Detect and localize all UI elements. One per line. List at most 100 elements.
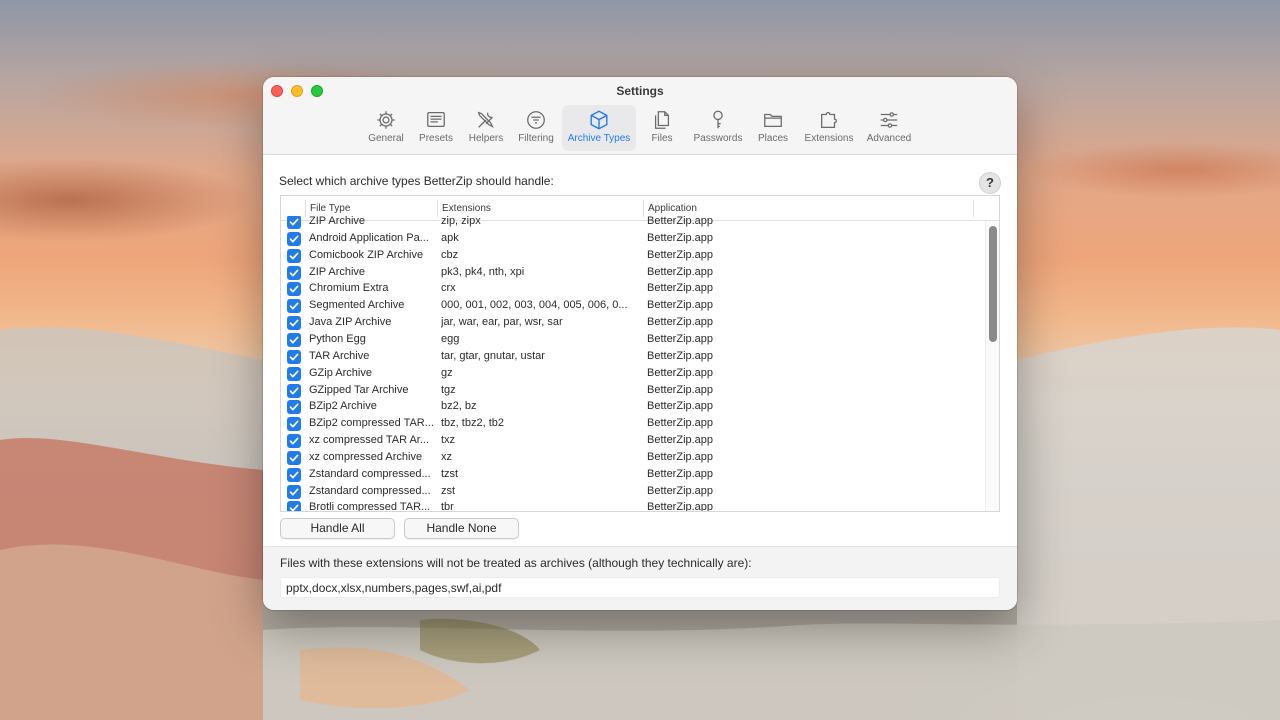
tab-archive-types[interactable]: Archive Types bbox=[562, 105, 636, 151]
file-type-cell: BZip2 compressed TAR... bbox=[309, 417, 434, 430]
tab-files-label: Files bbox=[651, 133, 673, 144]
checkmark-icon bbox=[289, 252, 299, 260]
extensions-cell: gz bbox=[441, 366, 453, 379]
table-row[interactable]: TAR Archive tar, gtar, gnutar, ustar Bette… bbox=[281, 348, 985, 365]
checkmark-icon bbox=[289, 218, 299, 226]
checkmark-icon bbox=[289, 302, 299, 310]
handle-checkbox[interactable] bbox=[287, 265, 301, 280]
tab-extensions[interactable]: Extensions bbox=[801, 105, 857, 151]
column-header-extensions[interactable]: Extensions bbox=[442, 203, 491, 214]
application-cell: BetterZip.app bbox=[647, 248, 714, 261]
table-row[interactable]: Android Application Pa... apk BetterZip.ap… bbox=[281, 230, 985, 247]
file-type-cell: Zstandard compressed... bbox=[309, 467, 431, 480]
table-row[interactable]: GZipped Tar Archive tgz BetterZip.app bbox=[281, 382, 985, 399]
handle-checkbox[interactable] bbox=[287, 231, 301, 246]
tab-extensions-label: Extensions bbox=[804, 133, 854, 144]
column-header-file-type[interactable]: File Type bbox=[310, 203, 350, 214]
application-cell: BetterZip.app bbox=[647, 484, 714, 497]
handle-checkbox[interactable] bbox=[287, 417, 301, 432]
file-type-cell: ZIP Archive bbox=[309, 216, 366, 227]
extensions-cell: tar, gtar, gnutar, ustar bbox=[441, 349, 545, 362]
presets-icon bbox=[427, 112, 445, 128]
table-row[interactable]: BZip2 Archive bz2, bz BetterZip.app bbox=[281, 398, 985, 415]
folder-icon bbox=[764, 113, 782, 128]
tab-advanced[interactable]: Advanced bbox=[863, 105, 915, 151]
tab-files[interactable]: Files bbox=[640, 105, 684, 151]
table-row[interactable]: Brotli compressed TAR... tbr BetterZip.app bbox=[281, 499, 985, 511]
file-type-cell: GZipped Tar Archive bbox=[309, 383, 409, 396]
excluded-extensions-field[interactable]: pptx,docx,xlsx,numbers,pages,swf,ai,pdf bbox=[280, 577, 1000, 598]
extensions-cell: cbz bbox=[441, 248, 459, 261]
extensions-cell: tgz bbox=[441, 383, 456, 396]
tab-places[interactable]: Places bbox=[751, 105, 795, 151]
table-row[interactable]: Zstandard compressed... tzst BetterZip.app bbox=[281, 466, 985, 483]
tab-advanced-label: Advanced bbox=[866, 133, 912, 144]
handle-all-button[interactable]: Handle All bbox=[280, 518, 395, 539]
tab-helpers[interactable]: Helpers bbox=[463, 105, 509, 151]
handle-checkbox[interactable] bbox=[287, 282, 301, 297]
extensions-cell: apk bbox=[441, 231, 459, 244]
tab-general[interactable]: General bbox=[363, 105, 409, 151]
files-icon bbox=[654, 111, 670, 129]
application-cell: BetterZip.app bbox=[647, 366, 714, 379]
table-row[interactable]: Comicbook ZIP Archive cbz BetterZip.app bbox=[281, 247, 985, 264]
tab-filtering[interactable]: Filtering bbox=[513, 105, 559, 151]
handle-checkbox[interactable] bbox=[287, 349, 301, 364]
file-type-cell: ZIP Archive bbox=[309, 265, 366, 278]
table-row[interactable]: ZIP Archive zip, zipx BetterZip.app bbox=[281, 216, 985, 230]
file-type-cell: Chromium Extra bbox=[309, 282, 389, 295]
handle-checkbox[interactable] bbox=[287, 248, 301, 263]
application-cell: BetterZip.app bbox=[647, 434, 714, 447]
tab-passwords[interactable]: Passwords bbox=[690, 105, 746, 151]
handle-checkbox[interactable] bbox=[287, 383, 301, 398]
checkmark-icon bbox=[289, 285, 299, 293]
handle-checkbox[interactable] bbox=[287, 316, 301, 331]
application-cell: BetterZip.app bbox=[647, 450, 714, 463]
handle-checkbox[interactable] bbox=[287, 501, 301, 511]
extensions-cell: zst bbox=[441, 484, 456, 497]
handle-checkbox[interactable] bbox=[287, 366, 301, 381]
checkmark-icon bbox=[289, 437, 299, 445]
checkmark-icon bbox=[289, 471, 299, 479]
table-row[interactable]: xz compressed TAR Ar... txz BetterZip.app bbox=[281, 432, 985, 449]
extensions-cell: txz bbox=[441, 434, 456, 447]
puzzle-icon bbox=[821, 112, 837, 128]
table-row[interactable]: Chromium Extra crx BetterZip.app bbox=[281, 280, 985, 297]
file-type-cell: Android Application Pa... bbox=[309, 231, 429, 244]
checkmark-icon bbox=[289, 488, 299, 496]
handle-checkbox[interactable] bbox=[287, 216, 301, 229]
table-row[interactable]: Java ZIP Archive jar, war, ear, par, wsr,… bbox=[281, 314, 985, 331]
file-type-cell: Java ZIP Archive bbox=[309, 316, 392, 329]
help-button[interactable]: ? bbox=[979, 172, 1001, 194]
tab-presets-label: Presets bbox=[419, 133, 453, 144]
table-row[interactable]: Zstandard compressed... zst BetterZip.app bbox=[281, 483, 985, 500]
table-row[interactable]: GZip Archive gz BetterZip.app bbox=[281, 365, 985, 382]
archive-types-table: File Type Extensions Application ZIP Arc… bbox=[280, 195, 1000, 512]
table-scrollbar[interactable] bbox=[985, 221, 999, 511]
tab-presets[interactable]: Presets bbox=[413, 105, 459, 151]
application-cell: BetterZip.app bbox=[647, 349, 714, 362]
handle-none-button[interactable]: Handle None bbox=[404, 518, 519, 539]
checkmark-icon bbox=[289, 387, 299, 394]
table-scrollbar-thumb[interactable] bbox=[989, 226, 997, 342]
excluded-extensions-section: Files with these extensions will not be … bbox=[263, 546, 1017, 610]
handle-checkbox[interactable] bbox=[287, 450, 301, 465]
handle-checkbox[interactable] bbox=[287, 400, 301, 415]
table-row[interactable]: ZIP Archive pk3, pk4, nth, xpi BetterZip.a… bbox=[281, 264, 985, 281]
handle-checkbox[interactable] bbox=[287, 467, 301, 482]
application-cell: BetterZip.app bbox=[647, 400, 714, 413]
checkmark-icon bbox=[289, 353, 299, 361]
excluded-extensions-label: Files with these extensions will not be … bbox=[280, 556, 752, 570]
handle-checkbox[interactable] bbox=[287, 299, 301, 314]
handle-checkbox[interactable] bbox=[287, 332, 301, 347]
handle-checkbox[interactable] bbox=[287, 484, 301, 499]
table-row[interactable]: BZip2 compressed TAR... tbz, tbz2, tb2 Bet… bbox=[281, 415, 985, 432]
column-header-application[interactable]: Application bbox=[648, 203, 697, 214]
table-row[interactable]: xz compressed Archive xz BetterZip.app bbox=[281, 449, 985, 466]
handle-checkbox[interactable] bbox=[287, 434, 301, 449]
extensions-cell: xz bbox=[441, 450, 452, 463]
application-cell: BetterZip.app bbox=[647, 467, 714, 480]
table-row[interactable]: Segmented Archive 000, 001, 002, 003, 004… bbox=[281, 297, 985, 314]
application-cell: BetterZip.app bbox=[647, 282, 714, 295]
table-row[interactable]: Python Egg egg BetterZip.app bbox=[281, 331, 985, 348]
